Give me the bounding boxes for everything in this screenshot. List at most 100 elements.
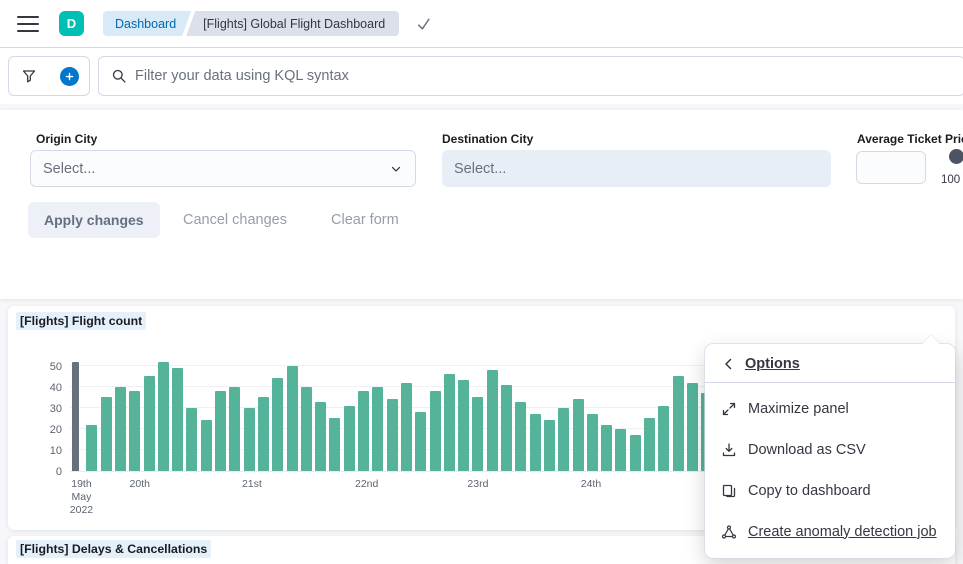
- menu-item-download-csv[interactable]: Download as CSV: [705, 429, 955, 470]
- clear-form-button[interactable]: Clear form: [331, 202, 399, 238]
- flight-count-bar[interactable]: [301, 387, 312, 471]
- maximize-icon: [721, 401, 737, 417]
- ticket-price-min-input[interactable]: [856, 151, 926, 184]
- breadcrumb-dashboard[interactable]: Dashboard: [103, 11, 191, 36]
- menu-item-maximize-panel[interactable]: Maximize panel: [705, 388, 955, 429]
- download-icon: [721, 442, 737, 458]
- flight-count-bar[interactable]: [258, 397, 269, 471]
- flight-count-bar[interactable]: [329, 418, 340, 471]
- flight-count-bar[interactable]: [601, 425, 612, 471]
- flight-count-bar[interactable]: [673, 376, 684, 471]
- ticket-price-slider-thumb[interactable]: [949, 149, 963, 164]
- flight-count-bar[interactable]: [101, 397, 112, 471]
- flight-count-bar[interactable]: [644, 418, 655, 471]
- y-tick-label: 0: [56, 466, 62, 478]
- flight-count-bar[interactable]: [515, 402, 526, 471]
- menu-header-label: Options: [745, 356, 800, 372]
- origin-city-select[interactable]: Select...: [30, 150, 416, 187]
- x-tick-label: 24th: [581, 478, 601, 491]
- unified-search-bar: [0, 48, 963, 104]
- flight-count-bar[interactable]: [201, 420, 212, 471]
- y-tick-label: 20: [50, 424, 62, 436]
- flight-count-bar[interactable]: [458, 380, 469, 471]
- menu-items: Maximize panel Download as CSV Copy to d…: [705, 383, 955, 552]
- flight-count-bar[interactable]: [487, 370, 498, 471]
- menu-item-copy-to-dashboard[interactable]: Copy to dashboard: [705, 470, 955, 511]
- flight-count-bar[interactable]: [229, 387, 240, 471]
- copy-icon: [721, 483, 737, 499]
- flight-count-bar[interactable]: [158, 362, 169, 471]
- flight-count-bar[interactable]: [430, 391, 441, 471]
- dashboard-controls-panel: Origin City Destination City Average Tic…: [0, 110, 963, 299]
- flight-count-bar[interactable]: [287, 366, 298, 471]
- y-tick-label: 10: [50, 445, 62, 457]
- x-tick-label: 23rd: [467, 478, 488, 491]
- flight-count-bar[interactable]: [630, 435, 641, 471]
- filter-button[interactable]: [9, 57, 49, 95]
- flight-count-bar[interactable]: [573, 399, 584, 471]
- flight-count-bar[interactable]: [387, 399, 398, 471]
- destination-city-select[interactable]: Select...: [442, 150, 831, 187]
- flight-count-bar[interactable]: [129, 391, 140, 471]
- filter-icon: [21, 68, 37, 84]
- space-avatar[interactable]: D: [59, 11, 84, 36]
- flight-count-bar[interactable]: [658, 406, 669, 471]
- flight-count-bar[interactable]: [587, 414, 598, 471]
- flight-count-bar[interactable]: [186, 408, 197, 471]
- flight-count-yaxis: 01020304050: [34, 352, 62, 472]
- plus-icon: [60, 67, 79, 86]
- filter-button-group: [8, 56, 90, 96]
- flight-count-bar[interactable]: [530, 414, 541, 471]
- flight-count-bar[interactable]: [344, 406, 355, 471]
- space-avatar-letter: D: [67, 16, 76, 31]
- flight-count-bar[interactable]: [72, 362, 79, 471]
- cancel-changes-button[interactable]: Cancel changes: [183, 202, 287, 238]
- flight-count-bar[interactable]: [558, 408, 569, 471]
- x-tick-label: 20th: [130, 478, 150, 491]
- chevron-left-icon: [721, 356, 737, 372]
- flight-count-bar[interactable]: [544, 420, 555, 471]
- delays-panel-title[interactable]: [Flights] Delays & Cancellations: [16, 540, 211, 558]
- flight-count-bar[interactable]: [215, 391, 226, 471]
- y-tick-label: 50: [50, 361, 62, 373]
- flight-count-bar[interactable]: [144, 376, 155, 471]
- apply-changes-button[interactable]: Apply changes: [28, 202, 160, 238]
- panel-options-menu: Options Maximize panel Download as CSV C…: [705, 344, 955, 558]
- breadcrumb-current-dashboard: [Flights] Global Flight Dashboard: [186, 11, 399, 36]
- y-tick-label: 30: [50, 403, 62, 415]
- y-tick-label: 40: [50, 382, 62, 394]
- check-icon: [415, 15, 432, 32]
- flight-count-bar[interactable]: [115, 387, 126, 471]
- kql-search-box: [98, 56, 963, 96]
- flight-count-bar[interactable]: [415, 412, 426, 471]
- flight-count-bar[interactable]: [687, 383, 698, 471]
- flight-count-bar[interactable]: [501, 385, 512, 471]
- flight-count-bar[interactable]: [358, 391, 369, 471]
- flight-count-bar[interactable]: [472, 397, 483, 471]
- chevron-down-icon: [389, 162, 403, 176]
- kql-search-input[interactable]: [135, 68, 954, 84]
- flight-count-bar[interactable]: [372, 387, 383, 471]
- flight-count-bar[interactable]: [244, 408, 255, 471]
- flight-count-bar[interactable]: [272, 378, 283, 471]
- flight-count-panel-title[interactable]: [Flights] Flight count: [16, 312, 146, 330]
- search-icon: [111, 68, 127, 84]
- ml-icon: [721, 524, 737, 540]
- flight-count-bar[interactable]: [315, 402, 326, 471]
- add-filter-button[interactable]: [49, 57, 89, 95]
- menu-button[interactable]: [17, 16, 39, 32]
- flight-count-bar[interactable]: [172, 368, 183, 471]
- menu-back-button[interactable]: Options: [705, 344, 955, 382]
- flight-count-bar[interactable]: [86, 425, 97, 471]
- average-ticket-price-label: Average Ticket Price: [857, 132, 963, 146]
- breadcrumb: Dashboard [Flights] Global Flight Dashbo…: [103, 11, 399, 36]
- flight-count-bar[interactable]: [615, 429, 626, 471]
- ticket-price-max-value: 100: [941, 174, 960, 186]
- flight-count-bar[interactable]: [444, 374, 455, 471]
- x-tick-label: 19th May 2022: [70, 478, 93, 517]
- destination-city-label: Destination City: [442, 132, 533, 146]
- origin-city-label: Origin City: [36, 132, 97, 146]
- x-tick-label: 22nd: [355, 478, 378, 491]
- flight-count-bar[interactable]: [401, 383, 412, 471]
- menu-item-create-anomaly-job[interactable]: Create anomaly detection job: [705, 511, 955, 552]
